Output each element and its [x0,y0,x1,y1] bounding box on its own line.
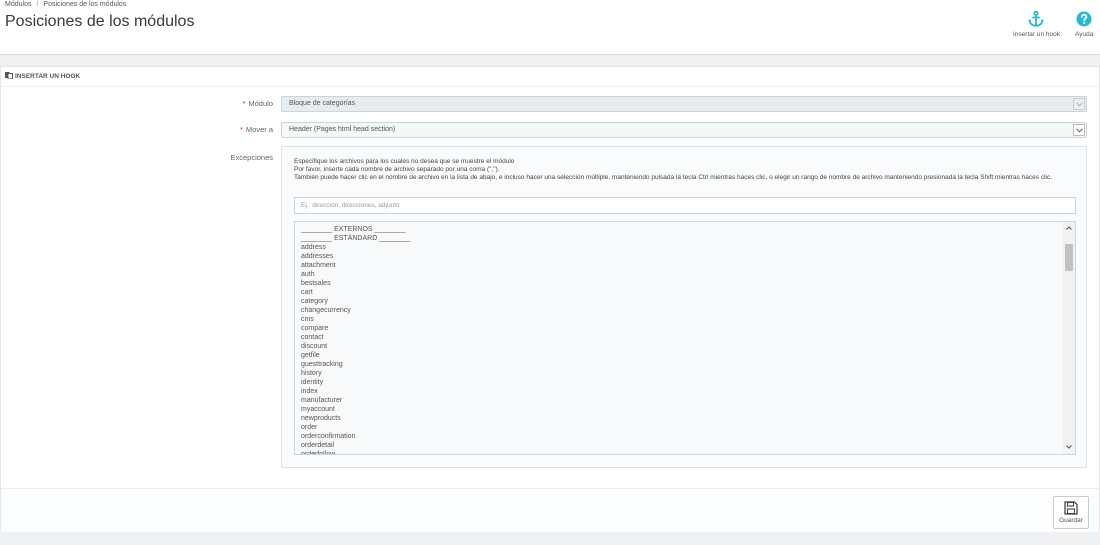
file-option[interactable]: auth [301,270,410,279]
exceptions-box: Especifique los archivos para los cuales… [281,146,1087,468]
file-option[interactable]: guesttracking [301,360,410,369]
file-option[interactable]: order [301,423,410,432]
panel-heading-title: INSERTAR UN HOOK [15,73,81,80]
panel-heading: INSERTAR UN HOOK [1,67,1099,87]
breadcrumb-modules-link[interactable]: Módulos [5,1,31,8]
module-label: * Módulo [242,99,273,108]
help-label: Ayuda [1075,31,1094,38]
breadcrumb-separator: / [36,1,39,8]
help-line: También puede hacer clic en el nombre de… [294,174,1053,181]
exceptions-label: Excepciones [230,153,273,162]
required-mark: * [239,125,243,134]
page-title: Posiciones de los módulos [5,13,195,30]
file-option[interactable]: address [301,243,410,252]
file-option[interactable]: myaccount [301,405,410,414]
breadcrumb: Módulos / Posiciones de los módulos [5,1,126,8]
panel-footer: Guardar [1,488,1099,532]
file-option[interactable]: cart [301,288,410,297]
chevron-down-icon[interactable] [1065,443,1073,451]
insert-hook-label: Insertar un hook [1013,31,1060,38]
move-to-select[interactable]: Header (Pages html head section) [281,122,1087,138]
exception-files-list[interactable]: ________ EXTERNOS ________ ________ ESTÁN… [294,221,1076,455]
file-option[interactable]: discount [301,342,410,351]
file-option[interactable]: index [301,387,410,396]
file-option[interactable]: compare [301,324,410,333]
file-option[interactable]: orderdetail [301,441,410,450]
file-option[interactable]: addresses [301,252,410,261]
list-scrollbar[interactable] [1063,222,1075,454]
file-option[interactable]: orderconfirmation [301,432,410,441]
file-option[interactable]: ________ ESTÁNDARD ________ [301,234,410,243]
file-option[interactable]: bestsales [301,279,410,288]
exceptions-help: Especifique los archivos para los cuales… [294,158,1079,182]
page-header: Módulos / Posiciones de los módulos Posici… [0,0,1100,55]
save-button[interactable]: Guardar [1053,496,1089,529]
insert-hook-button[interactable]: Insertar un hook [1013,10,1060,38]
insert-hook-panel: INSERTAR UN HOOK * Módulo Bloque de categ… [0,66,1100,532]
question-circle-icon [1075,10,1093,28]
file-option[interactable]: getfile [301,351,410,360]
chevron-down-icon [1073,124,1085,136]
save-label: Guardar [1059,517,1083,524]
file-option[interactable]: newproducts [301,414,410,423]
anchor-icon [1013,10,1060,28]
help-line: Por favor, inserte cada nombre de archiv… [294,166,500,173]
copy-icon [5,72,13,80]
file-option[interactable]: orderfollow [301,450,410,454]
move-to-label: * Mover a [239,125,273,134]
help-line: Especifique los archivos para los cuales… [294,158,515,165]
help-button[interactable]: Ayuda [1075,10,1093,38]
file-option[interactable]: category [301,297,410,306]
file-option[interactable]: changecurrency [301,306,410,315]
file-option[interactable]: cms [301,315,410,324]
exceptions-input[interactable] [294,197,1076,214]
move-to-select-value: Header (Pages html head section) [289,126,396,133]
chevron-up-icon[interactable] [1065,224,1073,232]
floppy-disk-icon [1064,501,1078,515]
file-option[interactable]: manufacturer [301,396,410,405]
breadcrumb-current: Posiciones de los módulos [43,1,127,8]
chevron-down-icon [1073,98,1085,110]
file-option[interactable]: history [301,369,410,378]
file-option[interactable]: attachment [301,261,410,270]
module-select-value: Bloque de categorías [289,100,356,107]
file-option[interactable]: contact [301,333,410,342]
file-option[interactable]: identity [301,378,410,387]
scrollbar-thumb[interactable] [1065,244,1073,271]
file-option[interactable]: ________ EXTERNOS ________ [301,225,410,234]
module-select[interactable]: Bloque de categorías [281,96,1087,112]
required-mark: * [242,99,246,108]
